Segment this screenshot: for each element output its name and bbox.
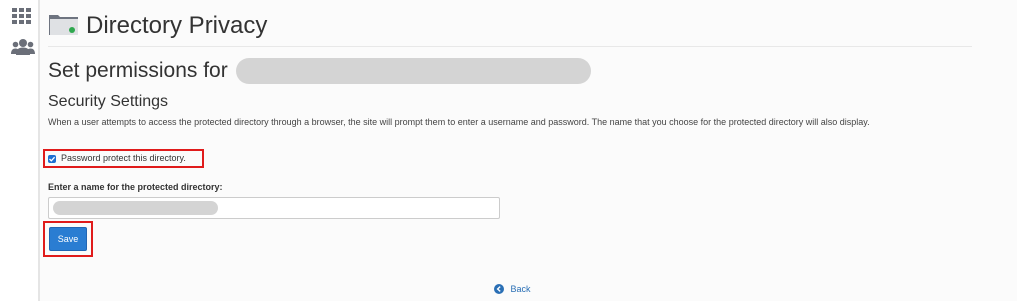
redacted-directory-path bbox=[236, 58, 592, 84]
save-button[interactable]: Save bbox=[49, 227, 87, 251]
apps-grid-icon[interactable] bbox=[12, 8, 34, 28]
password-protect-label[interactable]: Password protect this directory. bbox=[61, 153, 186, 163]
folder-icon bbox=[48, 11, 80, 37]
permissions-heading-row: Set permissions for bbox=[48, 58, 592, 88]
security-settings-title: Security Settings bbox=[48, 93, 169, 110]
save-highlight: Save bbox=[43, 221, 93, 257]
permissions-heading: Set permissions for bbox=[48, 59, 228, 82]
directory-name-input[interactable] bbox=[48, 197, 500, 219]
password-protect-checkbox[interactable] bbox=[48, 155, 56, 163]
cpanel-page: Directory Privacy Set permissions for Se… bbox=[0, 0, 1017, 301]
left-sidebar bbox=[0, 0, 40, 301]
password-protect-option[interactable]: Password protect this directory. bbox=[43, 149, 204, 168]
back-link[interactable]: Back bbox=[494, 280, 530, 294]
security-settings-description: When a user attempts to access the prote… bbox=[48, 117, 870, 127]
back-label[interactable]: Back bbox=[510, 284, 530, 294]
redacted-directory-name bbox=[53, 201, 218, 215]
arrow-left-circle-icon bbox=[494, 283, 504, 294]
page-title: Directory Privacy bbox=[86, 12, 268, 39]
main-content: Directory Privacy Set permissions for Se… bbox=[40, 0, 1017, 301]
page-header: Directory Privacy bbox=[48, 8, 972, 47]
users-icon[interactable] bbox=[11, 38, 35, 58]
directory-name-label: Enter a name for the protected directory… bbox=[48, 182, 223, 192]
